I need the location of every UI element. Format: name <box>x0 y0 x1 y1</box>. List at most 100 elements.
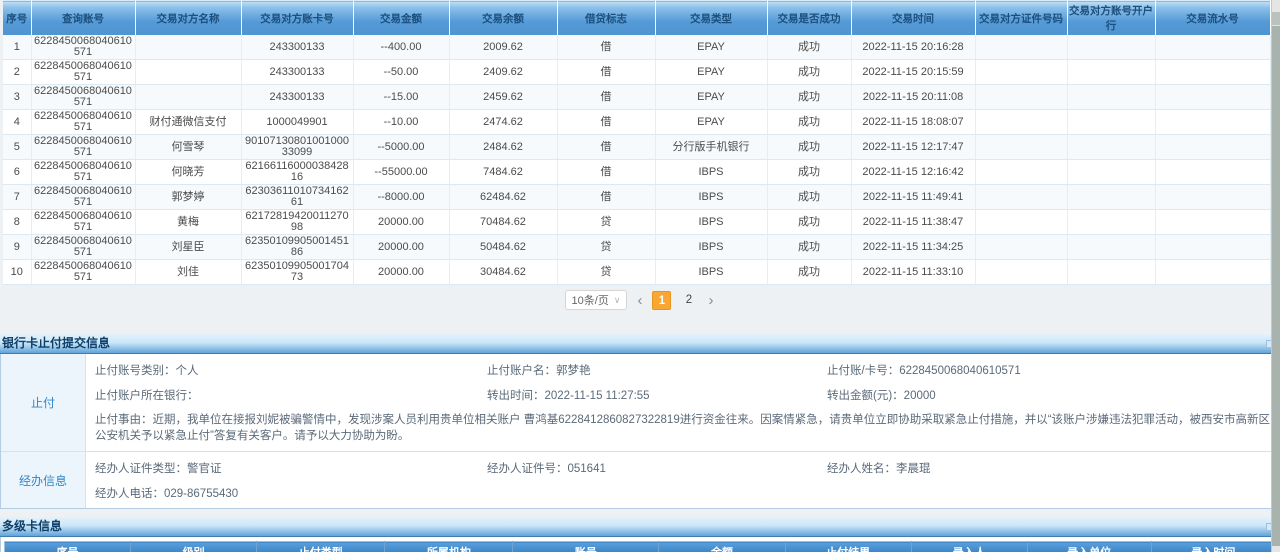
multi-card-section-title: 多级卡信息 <box>2 519 62 533</box>
cell <box>975 60 1067 85</box>
cell: 贷 <box>557 260 655 285</box>
cell: 3 <box>3 85 31 110</box>
cell: EPAY <box>655 60 767 85</box>
cell <box>975 85 1067 110</box>
column-header: 余额 <box>659 542 785 552</box>
cell: IBPS <box>655 260 767 285</box>
vertical-scrollbar[interactable] <box>1271 0 1280 552</box>
cell <box>1155 185 1270 210</box>
field-account-type: 止付账号类别：个人 <box>95 362 487 378</box>
cell <box>1067 135 1155 160</box>
cell: 1000049901 <box>241 110 353 135</box>
page-button-1[interactable]: 1 <box>652 291 671 310</box>
cell <box>1155 210 1270 235</box>
cell <box>1067 60 1155 85</box>
cell: 6228450068040610571 <box>31 210 135 235</box>
column-header: 交易对方账卡号 <box>241 1 353 36</box>
cell: 借 <box>557 35 655 60</box>
cell: 借 <box>557 135 655 160</box>
cell: 243300133 <box>241 85 353 110</box>
column-header: 交易对方证件号码 <box>975 1 1067 36</box>
cell <box>1155 85 1270 110</box>
cell <box>975 210 1067 235</box>
column-header: 止付结果 <box>785 542 911 552</box>
cell: --10.00 <box>353 110 449 135</box>
handler-block: 经办信息 经办人证件类型：警官证 经办人证件号：051641 经办人姓名：李晨琨… <box>1 451 1279 508</box>
cell: 70484.62 <box>449 210 557 235</box>
cell <box>1067 110 1155 135</box>
scrollbar-thumb[interactable] <box>1272 26 1280 546</box>
column-header: 查询账号 <box>31 1 135 36</box>
table-row: 76228450068040610571郭梦婷62303611010734162… <box>3 185 1270 210</box>
column-header: 序号 <box>5 542 131 552</box>
cell <box>1067 85 1155 110</box>
cell: 6228450068040610571 <box>31 235 135 260</box>
cell: 50484.62 <box>449 235 557 260</box>
cell <box>135 35 241 60</box>
cell <box>1155 160 1270 185</box>
column-header: 交易流水号 <box>1155 1 1270 36</box>
cell: 借 <box>557 85 655 110</box>
cell: 4 <box>3 110 31 135</box>
cell: 6228450068040610571 <box>31 35 135 60</box>
cell <box>975 185 1067 210</box>
cell <box>1155 260 1270 285</box>
cell: 8 <box>3 210 31 235</box>
field-handler-id-no: 经办人证件号：051641 <box>487 460 827 476</box>
cell: 借 <box>557 160 655 185</box>
field-transfer-time: 转出时间：2022-11-15 11:27:55 <box>487 387 827 403</box>
multi-card-header-row: 序号级别止付类型所属机构账号余额止付结果录入人录入单位录入时间 <box>5 542 1276 552</box>
cell: 成功 <box>767 60 851 85</box>
cell: 2022-11-15 11:34:25 <box>851 235 975 260</box>
cell <box>975 260 1067 285</box>
column-header: 录入时间 <box>1151 542 1275 552</box>
cell: 成功 <box>767 235 851 260</box>
cell: 2022-11-15 11:49:41 <box>851 185 975 210</box>
cell <box>975 160 1067 185</box>
cell <box>1067 35 1155 60</box>
cell <box>1067 160 1155 185</box>
cell: 成功 <box>767 85 851 110</box>
cell: 成功 <box>767 185 851 210</box>
multi-card-section: 多级卡信息 序号级别止付类型所属机构账号余额止付结果录入人录入单位录入时间 1一… <box>0 517 1280 552</box>
cell <box>1155 235 1270 260</box>
pagination: 10条/页 ∨ ‹ 1 2 › <box>0 285 1280 315</box>
scrollbar-up-button[interactable] <box>1272 12 1280 25</box>
column-header: 交易类型 <box>655 1 767 36</box>
cell: 刘星臣 <box>135 235 241 260</box>
cell: 2022-11-15 18:08:07 <box>851 110 975 135</box>
cell: 20000.00 <box>353 210 449 235</box>
cell: 6216611600003842816 <box>241 160 353 185</box>
cell: 借 <box>557 60 655 85</box>
cell: 2484.62 <box>449 135 557 160</box>
column-header: 交易时间 <box>851 1 975 36</box>
stop-payment-block: 止付 止付账号类别：个人 止付账户名：郭梦艳 止付账/卡号：6228450068… <box>1 354 1279 451</box>
cell: --55000.00 <box>353 160 449 185</box>
column-header: 交易金额 <box>353 1 449 36</box>
cell: 6228450068040610571 <box>31 110 135 135</box>
transactions-table: 序号查询账号交易对方名称交易对方账卡号交易金额交易余额借贷标志交易类型交易是否成… <box>3 0 1271 285</box>
table-row: 26228450068040610571243300133--50.002409… <box>3 60 1270 85</box>
column-header: 交易对方账号开户行 <box>1067 1 1155 36</box>
page-size-select[interactable]: 10条/页 ∨ <box>565 290 628 310</box>
cell: --15.00 <box>353 85 449 110</box>
cell <box>1067 185 1155 210</box>
cell: 6228450068040610571 <box>31 160 135 185</box>
column-header: 录入单位 <box>1027 542 1151 552</box>
cell: 2022-11-15 11:38:47 <box>851 210 975 235</box>
cell <box>1155 60 1270 85</box>
field-bank: 止付账户所在银行： <box>95 387 487 403</box>
column-header: 交易是否成功 <box>767 1 851 36</box>
prev-page-button[interactable]: ‹ <box>635 293 644 308</box>
cell: 6228450068040610571 <box>31 60 135 85</box>
table-row: 106228450068040610571刘佳62350109905001704… <box>3 260 1270 285</box>
next-page-button[interactable]: › <box>706 293 715 308</box>
cell: 7484.62 <box>449 160 557 185</box>
cell: 2 <box>3 60 31 85</box>
table-row: 56228450068040610571何雪琴90107130801001000… <box>3 135 1270 160</box>
cell: 2474.62 <box>449 110 557 135</box>
cell: --5000.00 <box>353 135 449 160</box>
cell: 6235010990500145186 <box>241 235 353 260</box>
cell: 30484.62 <box>449 260 557 285</box>
page-button-2[interactable]: 2 <box>679 291 698 310</box>
